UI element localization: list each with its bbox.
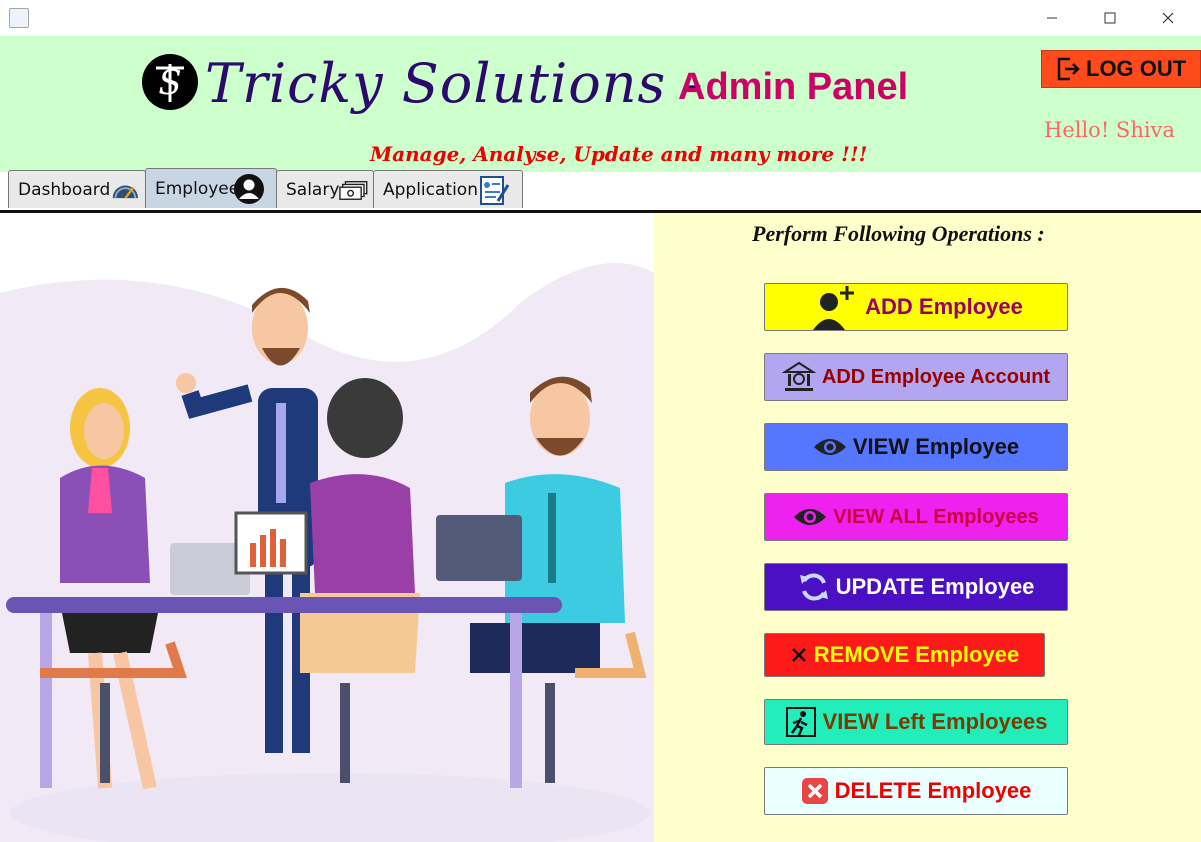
refresh-icon bbox=[799, 573, 828, 601]
delete-box-icon bbox=[801, 778, 828, 804]
operations-title: Perform Following Operations : bbox=[752, 221, 1045, 246]
add-employee-account-button[interactable]: ADD Employee Account bbox=[764, 353, 1068, 401]
view-left-employees-button[interactable]: VIEW Left Employees bbox=[764, 699, 1068, 745]
tab-label: Employee bbox=[155, 178, 240, 199]
bank-icon bbox=[781, 361, 816, 391]
add-employee-button[interactable]: ADD Employee bbox=[764, 283, 1068, 331]
view-employee-button[interactable]: VIEW Employee bbox=[764, 423, 1068, 471]
tab-label: Application bbox=[383, 179, 478, 200]
button-label: REMOVE Employee bbox=[813, 642, 1020, 667]
logout-icon bbox=[1057, 57, 1080, 81]
eye-icon bbox=[813, 439, 846, 455]
brand-logo-icon: S bbox=[142, 54, 198, 110]
cash-icon bbox=[339, 180, 368, 200]
team-meeting-illustration bbox=[0, 213, 654, 842]
remove-employee-button[interactable]: REMOVE Employee bbox=[764, 633, 1045, 677]
maximize-icon[interactable] bbox=[1096, 6, 1124, 30]
tab-application[interactable]: Application bbox=[373, 170, 523, 208]
tab-dashboard[interactable]: Dashboard bbox=[8, 170, 146, 208]
main-tabs: Dashboard Employee Salary Application bbox=[8, 168, 523, 210]
view-all-employees-button[interactable]: VIEW ALL Employees bbox=[764, 493, 1068, 541]
delete-employee-button[interactable]: DELETE Employee bbox=[764, 767, 1068, 815]
tagline: Manage, Analyse, Update and many more !!… bbox=[370, 142, 868, 166]
button-label: ADD Employee bbox=[865, 294, 1023, 319]
operations-panel: Perform Following Operations : ADD Emplo… bbox=[654, 213, 1201, 842]
speedometer-icon bbox=[112, 184, 139, 199]
tab-salary[interactable]: Salary bbox=[276, 170, 374, 208]
form-icon bbox=[480, 175, 510, 205]
button-label: ADD Employee Account bbox=[821, 365, 1051, 388]
button-label: VIEW ALL Employees bbox=[833, 505, 1039, 528]
exit-person-icon bbox=[785, 707, 816, 737]
button-label: VIEW Left Employees bbox=[822, 709, 1048, 734]
close-icon[interactable] bbox=[1154, 6, 1182, 30]
button-label: VIEW Employee bbox=[852, 434, 1020, 459]
button-label: UPDATE Employee bbox=[835, 574, 1035, 599]
logout-button[interactable]: LOG OUT bbox=[1041, 50, 1201, 88]
panel-subtitle: Admin Panel bbox=[678, 66, 909, 108]
add-person-icon bbox=[813, 286, 855, 330]
minimize-icon[interactable] bbox=[1038, 6, 1066, 30]
tab-label: Salary bbox=[286, 179, 340, 200]
button-label: DELETE Employee bbox=[834, 778, 1032, 803]
tab-label: Dashboard bbox=[18, 179, 111, 200]
window-titlebar bbox=[0, 0, 1201, 36]
greeting-text: Hello! Shiva bbox=[1044, 118, 1175, 142]
eye-icon bbox=[794, 509, 827, 525]
update-employee-button[interactable]: UPDATE Employee bbox=[764, 563, 1068, 611]
person-icon bbox=[234, 173, 265, 204]
brand-title: Tricky Solutions - bbox=[205, 52, 704, 115]
cross-icon bbox=[791, 648, 806, 662]
java-app-icon bbox=[9, 8, 29, 28]
logout-label: LOG OUT bbox=[1086, 56, 1187, 81]
tab-employee[interactable]: Employee bbox=[145, 168, 277, 208]
